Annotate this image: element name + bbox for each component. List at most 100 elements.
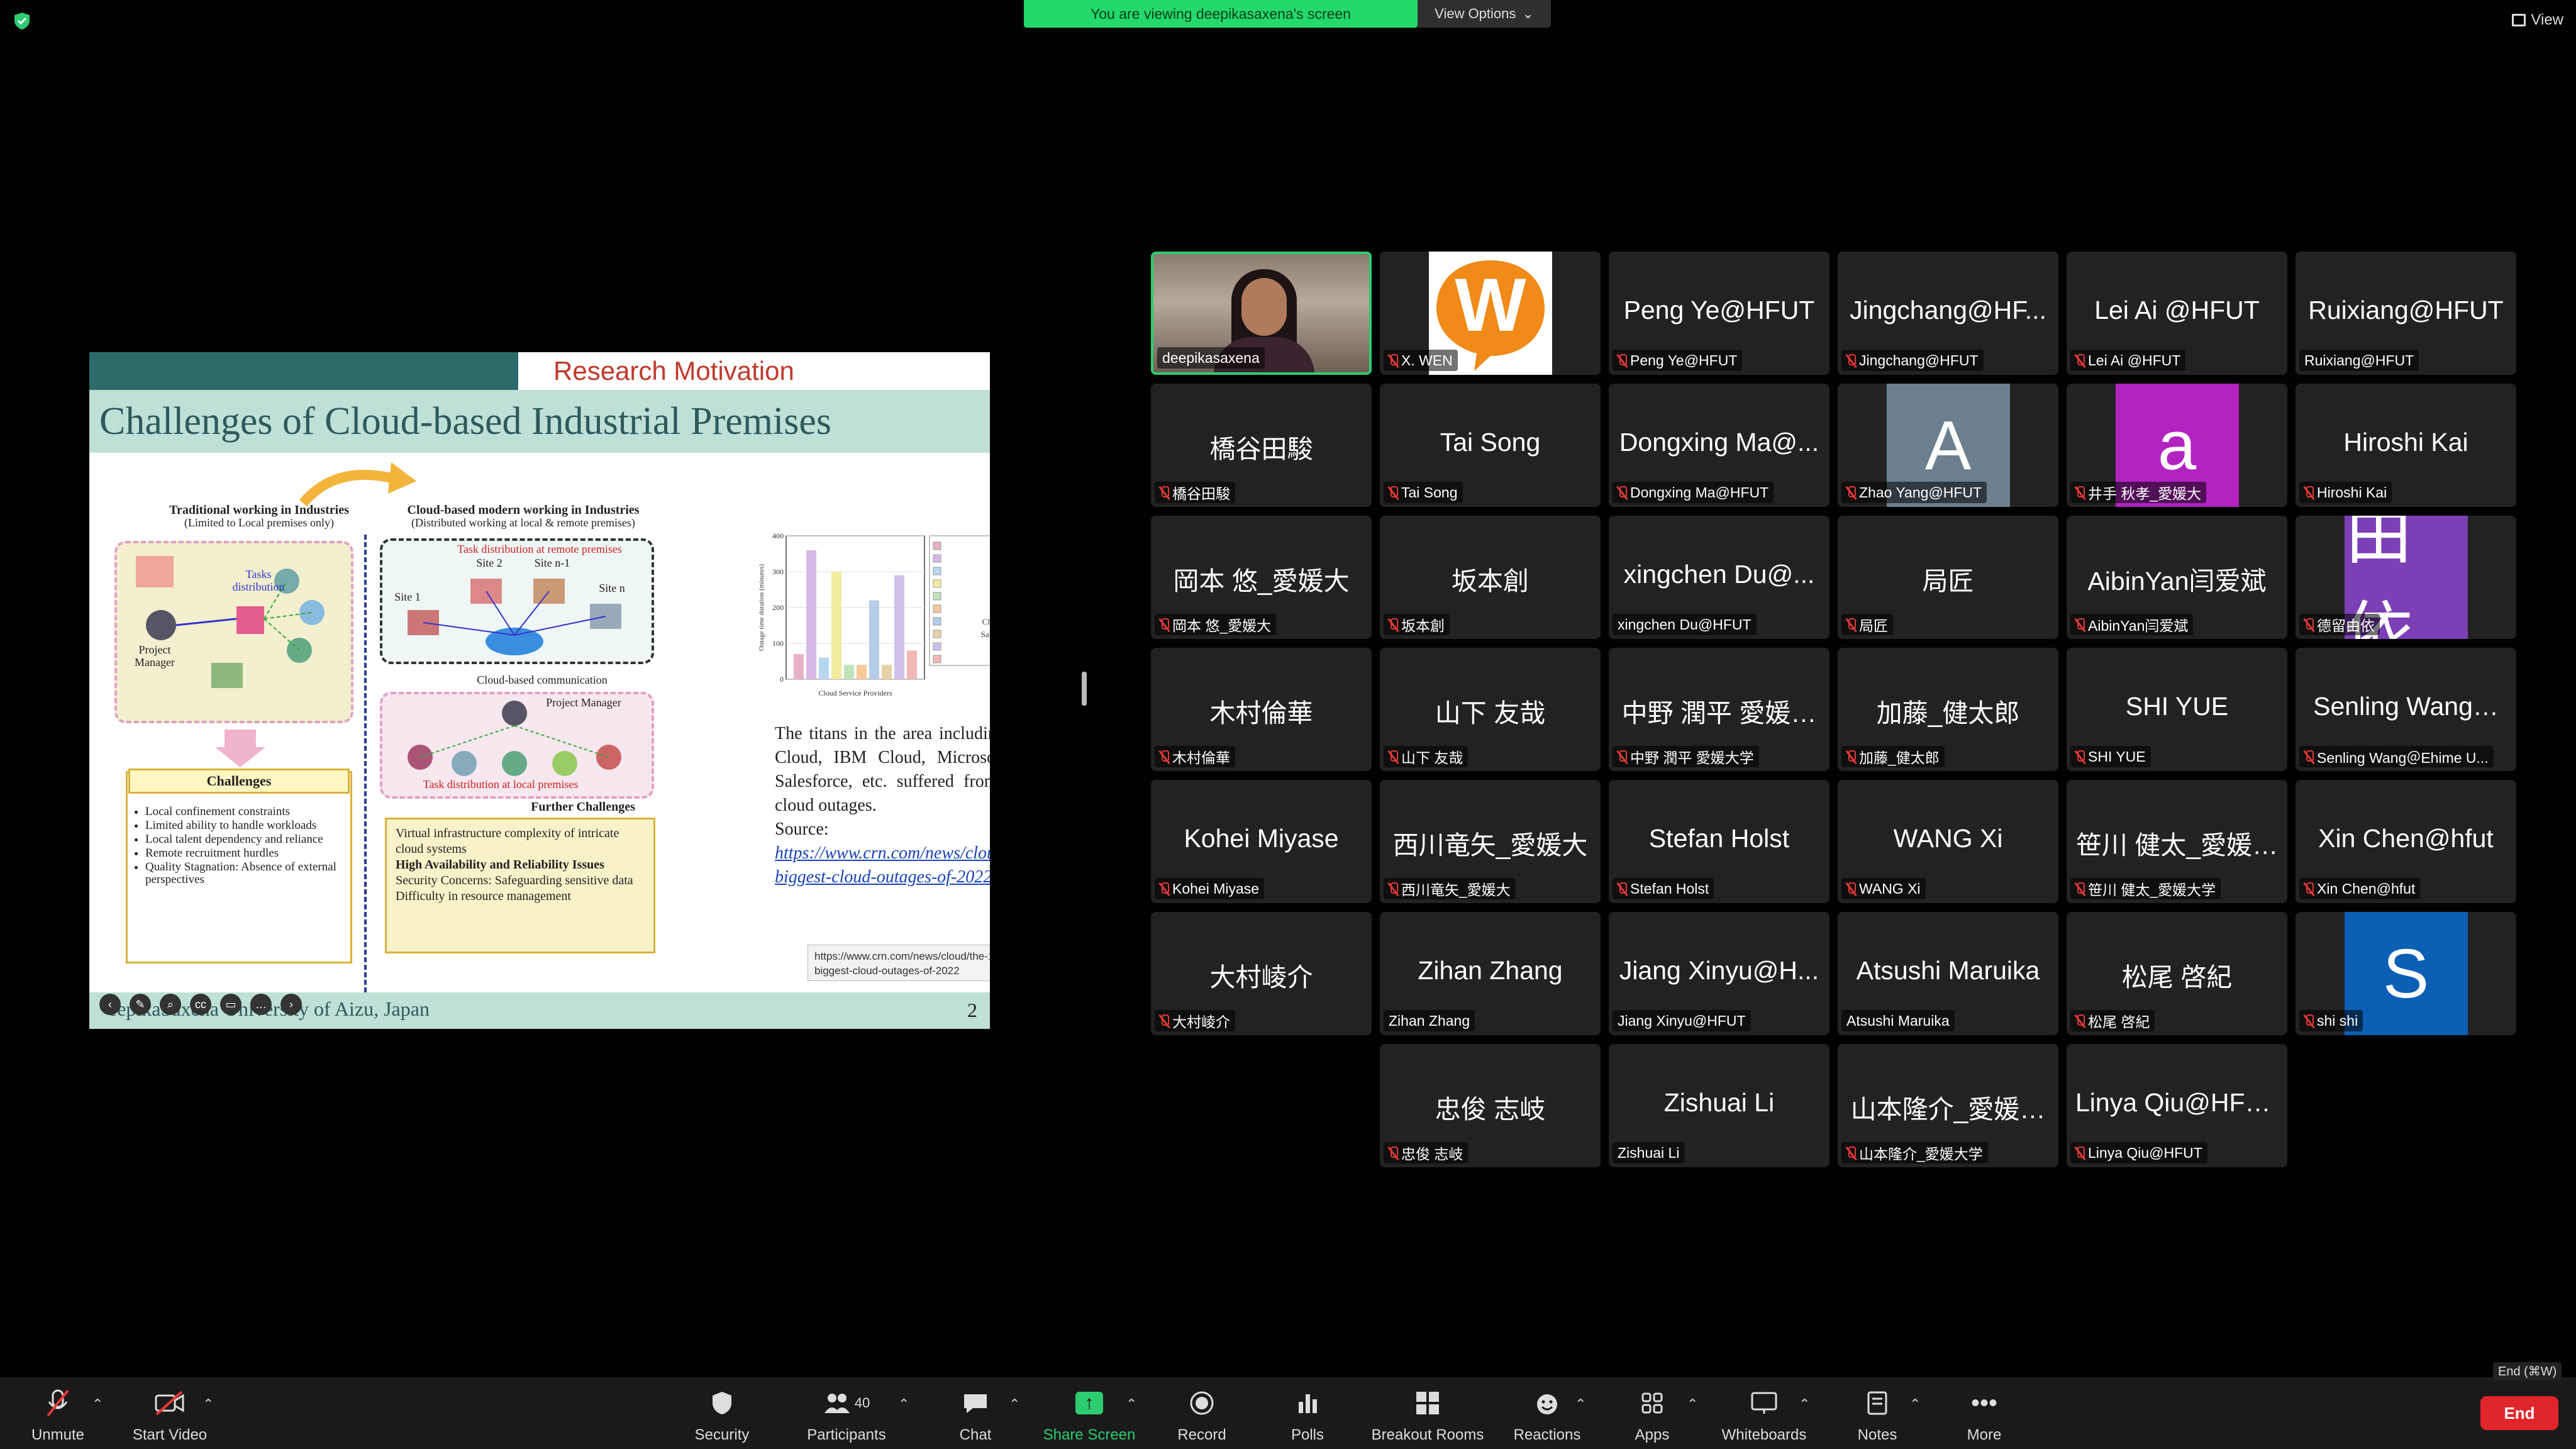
view-options-button[interactable]: View Options ⌄ bbox=[1418, 0, 1551, 28]
apps-caret-icon[interactable]: ⌃ bbox=[1687, 1396, 1698, 1413]
participant-tile[interactable]: Peng Ye@HFUT Peng Ye@HFUT bbox=[1609, 252, 1829, 375]
participant-tile[interactable]: 橋谷田駿 橋谷田駿 bbox=[1151, 384, 1372, 507]
chart-legend-swatch bbox=[933, 617, 941, 626]
video-options-caret-icon[interactable]: ⌃ bbox=[203, 1396, 214, 1413]
participant-display-name: Lei Ai @HFUT bbox=[2094, 296, 2260, 325]
participant-tile[interactable]: 大村崚介 大村崚介 bbox=[1151, 912, 1372, 1035]
participant-tile[interactable]: 中野 潤平 愛媛… 中野 潤平 愛媛大学 bbox=[1609, 648, 1829, 771]
notes-button[interactable]: Notes bbox=[1849, 1386, 1906, 1444]
participant-name-label: xingchen Du@HFUT bbox=[1613, 614, 1757, 635]
participant-tile[interactable]: Tai Song Tai Song bbox=[1380, 384, 1601, 507]
participants-caret-icon[interactable]: ⌃ bbox=[898, 1396, 909, 1413]
participant-tile[interactable]: W X. WEN bbox=[1380, 252, 1601, 375]
security-label: Security bbox=[694, 1426, 750, 1443]
whiteboards-caret-icon[interactable]: ⌃ bbox=[1799, 1396, 1810, 1413]
start-video-button[interactable]: Start Video bbox=[126, 1386, 214, 1444]
whiteboards-button[interactable]: Whiteboards bbox=[1717, 1386, 1811, 1444]
participant-name-label: 山下 友哉 bbox=[1384, 746, 1468, 767]
more-options-icon[interactable]: … bbox=[250, 994, 272, 1015]
participants-button[interactable]: 40 Participants bbox=[800, 1386, 893, 1444]
participant-tile[interactable]: Lei Ai @HFUT Lei Ai @HFUT bbox=[2067, 252, 2287, 375]
breakout-rooms-button[interactable]: Breakout Rooms bbox=[1365, 1386, 1491, 1444]
reactions-button[interactable]: Reactions bbox=[1509, 1386, 1585, 1444]
unmute-button[interactable]: Unmute bbox=[25, 1386, 91, 1444]
participant-tile[interactable]: Hiroshi Kai Hiroshi Kai bbox=[2296, 384, 2516, 507]
screen-icon[interactable]: ▭ bbox=[220, 994, 242, 1015]
pen-icon[interactable]: ✎ bbox=[130, 994, 151, 1015]
participant-name: Atsushi Maruika bbox=[1846, 1012, 1950, 1029]
traditional-subtitle: (Limited to Local premises only) bbox=[184, 516, 334, 529]
reactions-caret-icon[interactable]: ⌃ bbox=[1575, 1396, 1586, 1413]
participant-tile[interactable]: Zihan Zhang Zihan Zhang bbox=[1380, 912, 1601, 1035]
participant-name-label: 橋谷田駿 bbox=[1155, 482, 1235, 503]
mic-muted-icon bbox=[2304, 1014, 2314, 1027]
more-button[interactable]: ••• More bbox=[1956, 1386, 2012, 1444]
participant-tile[interactable]: 木村倫華 木村倫華 bbox=[1151, 648, 1372, 771]
participant-name-label: 笹川 健太_愛媛大学 bbox=[2070, 878, 2221, 899]
audio-options-caret-icon[interactable]: ⌃ bbox=[92, 1396, 103, 1413]
participant-tile[interactable]: Ruixiang@HFUT Ruixiang@HFUT bbox=[2296, 252, 2516, 375]
zoom-icon[interactable]: ⌕ bbox=[160, 994, 181, 1015]
participant-tile[interactable]: Stefan Holst Stefan Holst bbox=[1609, 780, 1829, 903]
participant-tile[interactable]: 松尾 啓紀 松尾 啓紀 bbox=[2067, 912, 2287, 1035]
apps-button[interactable]: Apps bbox=[1624, 1386, 1680, 1444]
more-label: More bbox=[1967, 1426, 2002, 1443]
prev-slide-icon[interactable]: ‹ bbox=[99, 994, 121, 1015]
participant-display-name: Jingchang@HF... bbox=[1850, 296, 2046, 325]
participant-tile[interactable]: 忠俊 志岐 忠俊 志岐 bbox=[1380, 1044, 1601, 1167]
participant-tile[interactable]: 山本隆介_愛媛… 山本隆介_愛媛大学 bbox=[1838, 1044, 2058, 1167]
participant-tile[interactable]: Jiang Xinyu@H... Jiang Xinyu@HFUT bbox=[1609, 912, 1829, 1035]
mic-muted-icon bbox=[2075, 486, 2085, 499]
participant-tile[interactable]: Xin Chen@hfut Xin Chen@hfut bbox=[2296, 780, 2516, 903]
participant-tile[interactable]: Zishuai Li Zishuai Li bbox=[1609, 1044, 1829, 1167]
participant-tile[interactable]: SHI YUE SHI YUE bbox=[2067, 648, 2287, 771]
participant-tile[interactable]: 岡本 悠_愛媛大 岡本 悠_愛媛大 bbox=[1151, 516, 1372, 639]
participant-tile[interactable]: Kohei Miyase Kohei Miyase bbox=[1151, 780, 1372, 903]
end-meeting-button[interactable]: End bbox=[2480, 1396, 2558, 1430]
participant-tile[interactable]: A Zhao Yang@HFUT bbox=[1838, 384, 2058, 507]
participant-tile[interactable]: Jingchang@HF... Jingchang@HFUT bbox=[1838, 252, 2058, 375]
view-button[interactable]: View bbox=[2512, 11, 2563, 29]
participant-tile[interactable]: deepikasaxena bbox=[1151, 252, 1372, 375]
participant-tile[interactable]: Sshi shi bbox=[2296, 912, 2516, 1035]
transition-arrow-icon bbox=[299, 462, 416, 507]
mic-muted-icon bbox=[2075, 750, 2085, 763]
participant-tile[interactable]: xingchen Du@... xingchen Du@HFUT bbox=[1609, 516, 1829, 639]
encryption-shield-icon[interactable] bbox=[13, 11, 31, 30]
participant-tile[interactable]: Dongxing Ma@... Dongxing Ma@HFUT bbox=[1609, 384, 1829, 507]
shared-screen[interactable]: Research Motivation Challenges of Cloud-… bbox=[0, 352, 1080, 1029]
chart-legend-entry: Cloud Flare (Jul, 17) bbox=[982, 617, 990, 626]
participant-tile[interactable]: a 井手 秋孝_愛媛大 bbox=[2067, 384, 2287, 507]
participant-tile[interactable]: 西川竜矢_愛媛大 西川竜矢_愛媛大 bbox=[1380, 780, 1601, 903]
participant-tile[interactable]: 局匠 局匠 bbox=[1838, 516, 2058, 639]
participant-display-name: Hiroshi Kai bbox=[2343, 428, 2468, 457]
participant-tile[interactable]: Atsushi Maruika Atsushi Maruika bbox=[1838, 912, 2058, 1035]
participant-tile[interactable]: 坂本創 坂本創 bbox=[1380, 516, 1601, 639]
participant-tile[interactable]: AibinYan闫爱斌 AibinYan闫爱斌 bbox=[2067, 516, 2287, 639]
participant-tile[interactable]: 由依德留由依 bbox=[2296, 516, 2516, 639]
chart-bar bbox=[907, 650, 917, 679]
participant-tile[interactable]: 加藤_健太郎 加藤_健太郎 bbox=[1838, 648, 2058, 771]
participant-tile[interactable]: Senling Wang… Senling Wang＠Ehime U... bbox=[2296, 648, 2516, 771]
participant-display-name: 山下 友哉 bbox=[1435, 699, 1546, 728]
participant-tile[interactable]: Linya Qiu@HFUT Linya Qiu@HFUT bbox=[2067, 1044, 2287, 1167]
participant-name-label: Tai Song bbox=[1384, 482, 1463, 503]
local-premises-panel: Project Manager Task distribution at loc… bbox=[380, 692, 654, 799]
notes-caret-icon[interactable]: ⌃ bbox=[1909, 1396, 1921, 1413]
participant-tile[interactable]: 山下 友哉 山下 友哉 bbox=[1380, 648, 1601, 771]
chat-caret-icon[interactable]: ⌃ bbox=[1009, 1396, 1020, 1413]
source-link[interactable]: https://www.crn.com/news/cloud/the-15-bi… bbox=[775, 843, 990, 887]
record-button[interactable]: Record bbox=[1174, 1386, 1230, 1444]
share-caret-icon[interactable]: ⌃ bbox=[1126, 1396, 1137, 1413]
security-button[interactable]: Security bbox=[691, 1386, 753, 1444]
next-slide-icon[interactable]: › bbox=[280, 994, 302, 1015]
end-shortcut-tooltip: End (⌘W) bbox=[2493, 1362, 2562, 1380]
split-view-resize-handle[interactable] bbox=[1082, 672, 1087, 706]
polls-button[interactable]: Polls bbox=[1279, 1386, 1336, 1444]
share-screen-button[interactable]: ↑ Share Screen bbox=[1039, 1386, 1140, 1444]
participant-tile[interactable]: WANG Xi WANG Xi bbox=[1838, 780, 2058, 903]
chat-button[interactable]: Chat bbox=[947, 1386, 1004, 1444]
participant-tile[interactable]: 笹川 健太_愛媛… 笹川 健太_愛媛大学 bbox=[2067, 780, 2287, 903]
captions-icon[interactable]: cc bbox=[190, 994, 211, 1015]
participant-name: Jiang Xinyu@HFUT bbox=[1618, 1012, 1746, 1029]
